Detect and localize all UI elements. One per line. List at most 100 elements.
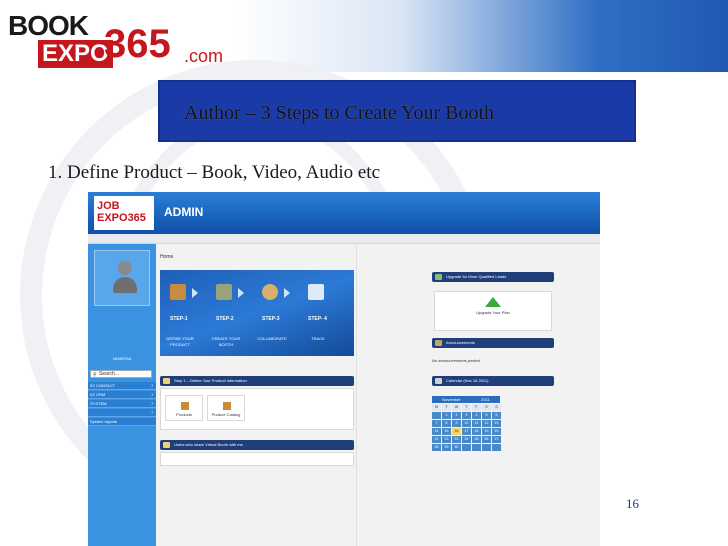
calendar-day[interactable]: 12: [482, 420, 491, 427]
upgrade-panel-title: Upgrade for More Qualified Leads: [446, 274, 507, 279]
calendar-day[interactable]: 13: [492, 420, 501, 427]
arrow-icon: [192, 288, 198, 298]
column-divider: [356, 244, 357, 546]
admin-logo[interactable]: JOB EXPO365: [94, 196, 154, 230]
calendar-day[interactable]: 19: [482, 428, 491, 435]
calendar-day[interactable]: 23: [452, 436, 461, 443]
box-icon: [181, 402, 189, 410]
calendar-day[interactable]: 4: [472, 412, 481, 419]
calendar-day[interactable]: 27: [492, 436, 501, 443]
calendar-day[interactable]: 8: [442, 420, 451, 427]
admin-header: JOB EXPO365 ADMIN: [88, 192, 600, 234]
admin-screenshot: JOB EXPO365 ADMIN Home VANESSA ⚲ Search.…: [88, 192, 600, 546]
chevron-right-icon: ›: [151, 410, 153, 416]
booth-icon[interactable]: [216, 284, 232, 300]
avatar-frame: [94, 250, 150, 306]
upgrade-button[interactable]: Upgrade Your Plan: [475, 310, 511, 315]
calendar-weekday: T: [442, 404, 451, 411]
calendar-day[interactable]: 14: [432, 428, 441, 435]
calendar-panel-header: Calendar (Nov 16 2011): [432, 376, 554, 386]
calendar-day[interactable]: 24: [462, 436, 471, 443]
calendar-day[interactable]: 2: [452, 412, 461, 419]
calendar-day[interactable]: 6: [492, 412, 501, 419]
calendar-day[interactable]: 22: [442, 436, 451, 443]
breadcrumb[interactable]: Home: [160, 254, 173, 260]
bullet-define-product: 1. Define Product – Book, Video, Audio e…: [48, 162, 381, 183]
calendar-day[interactable]: 20: [492, 428, 501, 435]
search-icon: ⚲: [93, 372, 97, 378]
calendar-day[interactable]: 17: [462, 428, 471, 435]
users-icon: [163, 442, 170, 448]
avatar[interactable]: [113, 261, 137, 295]
logo-word-expo: EXPO: [38, 40, 113, 68]
products-tile[interactable]: Products: [165, 395, 203, 421]
calendar-day[interactable]: 18: [472, 428, 481, 435]
arrow-icon: [238, 288, 244, 298]
calendar-day[interactable]: 30: [452, 444, 461, 451]
calendar-day[interactable]: 11: [472, 420, 481, 427]
step-1-label[interactable]: STEP-1: [170, 316, 188, 322]
chevron-right-icon: ›: [151, 383, 153, 389]
calendar-day[interactable]: 28: [432, 444, 441, 451]
calendar-weekday: M: [432, 404, 441, 411]
upgrade-panel-header: Upgrade for More Qualified Leads: [432, 272, 554, 282]
sidebar-item-blank[interactable]: ›: [88, 409, 156, 417]
sidebar-item-e2-contact[interactable]: E2 CONTACT ›: [88, 382, 156, 390]
folder-icon: [163, 378, 170, 384]
logo-suffix: .com: [184, 46, 224, 66]
calendar-day[interactable]: 5: [482, 412, 491, 419]
calendar-day: [462, 444, 471, 451]
announcements-text: No announcements posted: [432, 358, 480, 363]
step-2-desc: CREATE YOUR BOOTH: [211, 336, 241, 347]
catalog-icon: [223, 402, 231, 410]
box-icon[interactable]: [170, 284, 186, 300]
step-4-label[interactable]: STEP- 4: [308, 316, 327, 322]
products-tile-label: Products: [176, 412, 192, 417]
handshake-icon[interactable]: [262, 284, 278, 300]
arrow-icon: [284, 288, 290, 298]
sidebar-item-system-reports[interactable]: System reports: [88, 418, 156, 426]
step-4-desc: TRACK: [311, 336, 325, 341]
sidebar-item-e2-crm[interactable]: E2 CRM ›: [88, 391, 156, 399]
search-input[interactable]: ⚲ Search...: [90, 370, 152, 378]
sidebar-item-system[interactable]: SYSTEM ›: [88, 400, 156, 408]
calendar-day[interactable]: 10: [462, 420, 471, 427]
calendar-day[interactable]: 3: [462, 412, 471, 419]
calendar-month-header: November 2011: [432, 396, 500, 403]
upgrade-panel-body: Upgrade Your Plan: [434, 291, 552, 331]
chart-icon[interactable]: [308, 284, 324, 300]
product-catalog-tile[interactable]: Product Catalog: [207, 395, 245, 421]
calendar-day[interactable]: 25: [472, 436, 481, 443]
calendar-grid: M T W T F S S 1 2 3 4 5 6 7 8 9 10 11 12 13 14 15 16 17 18 19 20 21…: [432, 404, 501, 451]
sidebar-item-label: E2 CONTACT: [90, 383, 116, 388]
calendar-month[interactable]: November: [442, 397, 460, 402]
calendar-weekday: W: [452, 404, 461, 411]
calendar-day[interactable]: 7: [432, 420, 441, 427]
calendar-icon: [435, 378, 442, 384]
calendar-day[interactable]: 26: [482, 436, 491, 443]
calendar-day-today[interactable]: 16: [452, 428, 461, 435]
sidebar-item-label: E2 CRM: [90, 392, 106, 397]
step-3-label[interactable]: STEP-3: [262, 316, 280, 322]
admin-toolbar: [88, 234, 600, 244]
calendar-year[interactable]: 2011: [481, 397, 490, 402]
calendar-day[interactable]: 1: [442, 412, 451, 419]
calendar-weekday: T: [462, 404, 471, 411]
calendar-weekday: S: [482, 404, 491, 411]
calendar-day[interactable]: 29: [442, 444, 451, 451]
step1-panel-body: Products Product Catalog: [160, 388, 354, 430]
calendar-weekday: S: [492, 404, 501, 411]
calendar-panel-title: Calendar (Nov 16 2011): [446, 378, 489, 383]
announcements-panel-title: Announcements: [446, 340, 475, 345]
step-2-label[interactable]: STEP-2: [216, 316, 234, 322]
upgrade-arrow-icon[interactable]: [485, 297, 501, 307]
step-1-desc: DEFINE YOUR PRODUCT: [166, 336, 194, 347]
step-3-desc: COLLABORATE: [257, 336, 287, 341]
slide-title: Author – 3 Steps to Create Your Booth: [184, 102, 494, 124]
sidebar-item-label: SYSTEM: [90, 401, 107, 406]
step1-panel-header: Step 1 – Define Your Product Information: [160, 376, 354, 386]
calendar-day[interactable]: 15: [442, 428, 451, 435]
calendar-day[interactable]: 9: [452, 420, 461, 427]
calendar-day[interactable]: 21: [432, 436, 441, 443]
step1-panel-title: Step 1 – Define Your Product Information: [174, 378, 247, 383]
